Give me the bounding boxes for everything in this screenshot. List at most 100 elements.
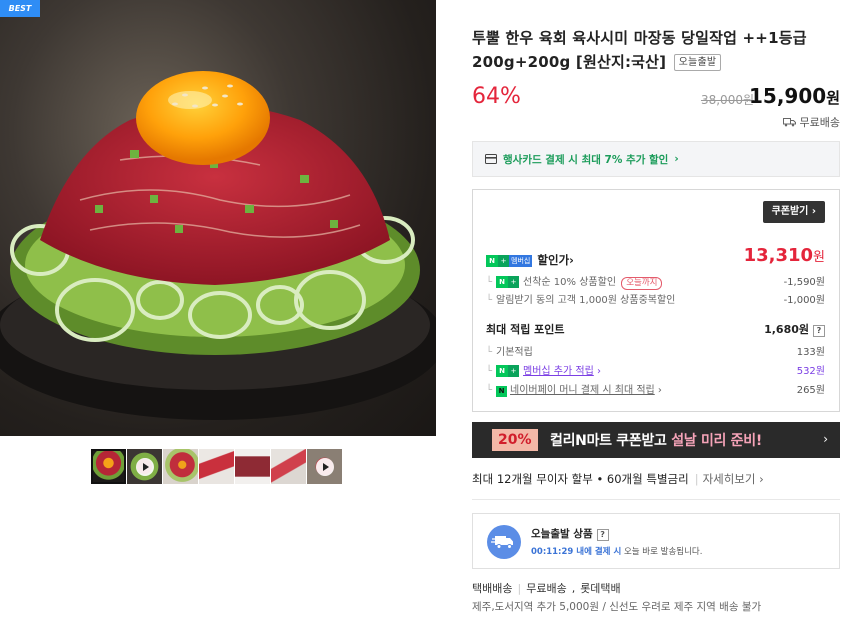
- discount-item-label: 선착순 10% 상품할인: [523, 277, 617, 288]
- membership-points-link[interactable]: 멤버십 추가 적립: [523, 366, 594, 377]
- credit-card-icon: [485, 154, 497, 164]
- point-item-1: └ 기본적립 133원: [486, 343, 825, 359]
- coupon-sale-price-value: 13,310: [743, 245, 814, 266]
- product-main-image: BEST: [0, 0, 436, 436]
- naver-membership-badge: N + 멤버십: [486, 255, 533, 267]
- divider: [472, 499, 840, 500]
- coupon-sale-price-unit: 원: [813, 250, 825, 265]
- best-badge: BEST: [0, 0, 40, 17]
- thumbnail-5[interactable]: [235, 449, 270, 484]
- shipping-method-2: 무료배송: [526, 582, 567, 595]
- max-points-total: 1,680원?: [764, 321, 825, 337]
- shipping-note: 제주,도서지역 추가 5,000원 / 신선도 우려로 제주 지역 배송 불가: [472, 601, 762, 613]
- card-discount-text: 행사카드 결제 시 최대 7% 추가 할인: [503, 153, 669, 166]
- sale-label[interactable]: 할인가: [537, 253, 569, 267]
- promo-banner[interactable]: 20% 컬리N마트 쿠폰받고 설날 미리 준비! ›: [472, 422, 840, 458]
- naver-n-icon: N: [496, 365, 509, 377]
- sale-price: 15,900원: [749, 84, 840, 108]
- discount-item-2: └ 알림받기 동의 고객 1,000원 상품중복할인 -1,000원: [486, 291, 825, 307]
- today-shipping-desc: 00:11:29 내에 결제 시 오늘 바로 발송됩니다.: [531, 545, 702, 557]
- free-delivery: 무료배송: [782, 114, 840, 130]
- play-icon: [315, 457, 334, 476]
- discount-rate: 64%: [472, 84, 521, 109]
- plus-icon: +: [508, 276, 520, 288]
- until-today-tag: 오늘까지: [621, 277, 663, 290]
- get-coupon-button[interactable]: 쿠폰받기 ›: [762, 201, 825, 223]
- plus-icon: +: [498, 255, 509, 267]
- play-icon: [135, 457, 154, 476]
- today-ship-tag: 오늘출발: [673, 54, 722, 71]
- sale-price-unit: 원: [826, 89, 840, 107]
- shipping-countdown: 00:11:29 내에 결제 시: [531, 547, 622, 557]
- free-delivery-label: 무료배송: [799, 116, 840, 129]
- help-icon[interactable]: ?: [596, 529, 609, 541]
- thumbnail-2-video[interactable]: [127, 449, 162, 484]
- get-coupon-label: 쿠폰받기: [771, 206, 809, 217]
- thumbnail-4[interactable]: [199, 449, 234, 484]
- help-icon[interactable]: ?: [813, 325, 825, 337]
- sale-price-row: N + 멤버십 할인가› 13,310원: [486, 245, 825, 271]
- tree-branch-icon: └: [486, 385, 493, 396]
- promo-text: 컬리N마트 쿠폰받고 설날 미리 준비!: [550, 430, 762, 450]
- point-item-3: └ N 네이버페이 머니 결제 시 최대 적립 › 265원: [486, 381, 825, 397]
- point-item-amount: 265원: [796, 385, 825, 396]
- delivery-truck-icon: [487, 525, 521, 559]
- chevron-right-icon: ›: [569, 253, 574, 267]
- discount-item-amount: -1,000원: [783, 295, 825, 306]
- naver-n-icon: N: [496, 276, 509, 288]
- point-item-amount: 133원: [796, 347, 825, 358]
- separator: ,: [571, 582, 576, 595]
- product-title: 투뿔 한우 육회 육사시미 마장동 당일작업 ++1등급 200g+200g […: [472, 26, 840, 74]
- chevron-right-icon: ›: [654, 385, 662, 396]
- shipping-desc-text: 오늘 바로 발송됩니다.: [621, 547, 703, 557]
- coupon-sale-price: 13,310원: [744, 245, 825, 266]
- point-item-2: └ N + 멤버십 추가 적립 › 532원: [486, 362, 825, 378]
- thumbnail-7-video[interactable]: [307, 449, 342, 484]
- coupon-box: 쿠폰받기 › N + 멤버십 할인가› 13,310원 └ N + 선착순 10% 상품할…: [472, 189, 840, 412]
- discount-item-1: └ N + 선착순 10% 상품할인 오늘까지 -1,590원: [486, 273, 825, 290]
- shipping-method-3: 롯데택배: [580, 582, 621, 595]
- discount-item-amount: -1,590원: [783, 277, 825, 288]
- today-shipping-box: 오늘출발 상품? 00:11:29 내에 결제 시 오늘 바로 발송됩니다.: [472, 513, 840, 569]
- separator: |: [694, 472, 699, 486]
- discount-item-label: 알림받기 동의 고객 1,000원 상품중복할인: [496, 295, 676, 306]
- installment-info: 최대 12개월 무이자 할부 • 60개월 특별금리 | 자세히보기 ›: [472, 471, 764, 487]
- shipping-method-1: 택배배송: [472, 582, 513, 595]
- chevron-right-icon: ›: [674, 153, 679, 165]
- chevron-right-icon: ›: [811, 206, 816, 217]
- point-item-amount: 532원: [796, 366, 825, 377]
- installment-text: 최대 12개월 무이자 할부 • 60개월 특별금리: [472, 472, 689, 486]
- thumbnail-3[interactable]: [163, 449, 198, 484]
- max-points-row: 최대 적립 포인트 1,680원?: [486, 321, 825, 337]
- promo-text-highlight: 설날 미리 준비!: [671, 433, 762, 449]
- today-shipping-title: 오늘출발 상품?: [531, 526, 609, 541]
- naver-plus-badge: N +: [496, 365, 520, 377]
- membership-badge-label: 멤버십: [509, 255, 533, 267]
- naver-n-icon: N: [486, 255, 498, 267]
- truck-icon: [782, 118, 796, 127]
- chevron-right-icon: ›: [823, 432, 828, 446]
- tree-branch-icon: └: [486, 366, 493, 377]
- max-points-value: 1,680원: [764, 323, 809, 336]
- tree-branch-icon: └: [486, 347, 493, 358]
- today-shipping-title-text: 오늘출발 상품: [531, 528, 593, 540]
- naverpay-points-link[interactable]: 네이버페이 머니 결제 시 최대 적립: [510, 385, 655, 396]
- thumbnail-1[interactable]: [91, 449, 126, 484]
- thumbnail-6[interactable]: [271, 449, 306, 484]
- tree-branch-icon: └: [486, 277, 493, 288]
- promo-text-main: 컬리N마트 쿠폰받고: [550, 433, 672, 449]
- plus-icon: +: [508, 365, 520, 377]
- naver-plus-badge: N +: [496, 276, 520, 288]
- thumbnail-strip: [91, 449, 343, 484]
- card-discount-banner[interactable]: 행사카드 결제 시 최대 7% 추가 할인 ›: [472, 141, 840, 177]
- point-item-label: 기본적립: [496, 347, 533, 358]
- shipping-method: 택배배송 | 무료배송, 롯데택배: [472, 580, 621, 596]
- chevron-right-icon: ›: [593, 366, 601, 377]
- installment-details-link[interactable]: 자세히보기 ›: [703, 472, 764, 486]
- original-price: 38,000원: [700, 93, 754, 107]
- naver-pay-icon: N: [496, 386, 508, 397]
- promo-discount-tag: 20%: [492, 429, 538, 451]
- max-points-label: 최대 적립 포인트: [486, 323, 565, 336]
- tree-branch-icon: └: [486, 295, 493, 306]
- sale-price-value: 15,900: [749, 84, 827, 108]
